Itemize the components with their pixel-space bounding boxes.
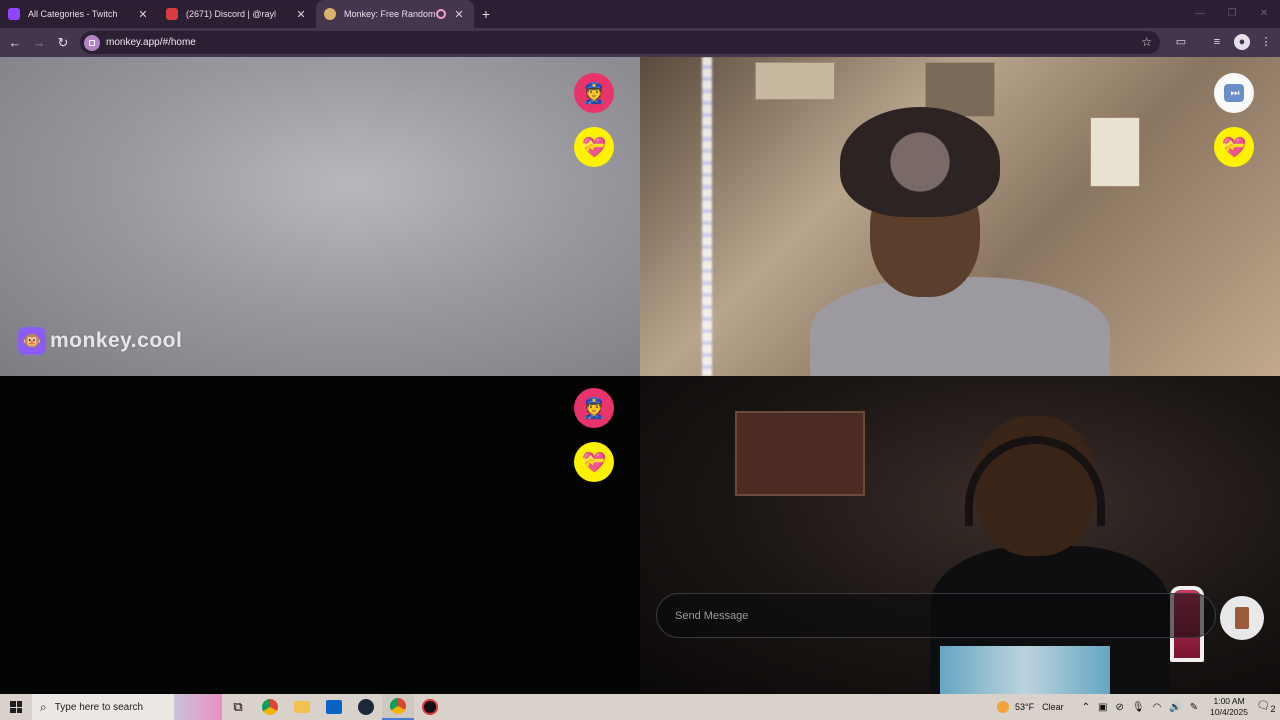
start-button[interactable] xyxy=(0,701,32,713)
remote-person xyxy=(930,416,1170,694)
profile-avatar[interactable]: ● xyxy=(1234,34,1250,50)
wall-poster xyxy=(755,62,835,100)
message-input[interactable] xyxy=(675,609,1215,622)
file-explorer-icon[interactable] xyxy=(286,694,318,720)
close-icon[interactable]: ✕ xyxy=(294,8,308,21)
video-remote-3 xyxy=(640,376,1280,694)
chrome-profile-icon[interactable] xyxy=(382,694,414,720)
back-icon[interactable]: ← xyxy=(3,35,27,50)
brand-name: monkey.cool xyxy=(50,329,183,352)
skip-button[interactable]: ⏭ xyxy=(1214,73,1254,113)
notification-count: 2 xyxy=(1270,704,1276,715)
video-self: 🐵 monkey.cool 👮 💝 xyxy=(0,57,640,376)
url-text: monkey.app/#/home xyxy=(106,37,196,48)
weather-icon xyxy=(997,701,1010,713)
heart-icon: 💝 xyxy=(1221,136,1247,159)
address-bar[interactable]: monkey.app/#/home ☆ xyxy=(80,31,1160,54)
led-lights xyxy=(702,57,712,376)
reload-icon[interactable]: ↻ xyxy=(51,35,75,51)
tray-app-icon[interactable]: ▣ xyxy=(1098,702,1107,713)
twitch-icon xyxy=(8,8,20,20)
close-icon[interactable]: ✕ xyxy=(136,8,150,21)
recording-icon xyxy=(436,9,446,19)
weather-temp: 53°F xyxy=(1015,702,1035,712)
outlook-icon[interactable] xyxy=(318,694,350,720)
tab-title: Monkey: Free Random Vide xyxy=(344,9,436,19)
weather-widget[interactable]: 53°F Clear xyxy=(997,701,1064,713)
minimize-button[interactable]: — xyxy=(1184,0,1216,28)
remote-person xyxy=(810,107,1110,376)
tab-search-icon[interactable]: ▭ xyxy=(1173,34,1189,50)
microphone-icon[interactable]: 🎙 xyxy=(1132,702,1145,713)
notification-icon[interactable]: 🗨2 xyxy=(1256,699,1276,714)
windows-icon xyxy=(10,701,22,713)
close-icon[interactable]: ✕ xyxy=(452,8,466,21)
bookmark-star-icon[interactable]: ☆ xyxy=(1141,35,1152,49)
new-tab-button[interactable]: + xyxy=(474,0,498,28)
monkey-logo-icon: 🐵 xyxy=(18,327,46,355)
heart-button[interactable]: 💝 xyxy=(574,127,614,167)
tab-monkey[interactable]: Monkey: Free Random Vide ✕ xyxy=(316,0,474,28)
system-tray: 53°F Clear ⌃ ▣ ⊘ 🎙 ◠ 🔊 ✎ 1:00 AM 10/4/20… xyxy=(997,694,1280,720)
menu-icon[interactable]: ⋮ xyxy=(1258,34,1274,50)
police-icon: 👮 xyxy=(581,397,607,420)
clock[interactable]: 1:00 AM 10/4/2025 xyxy=(1210,696,1248,718)
search-highlight-art xyxy=(174,694,222,720)
media-control-icon[interactable]: ≡ xyxy=(1209,34,1225,50)
tab-strip: All Categories - Twitch ✕ (2671) Discord… xyxy=(0,0,1280,28)
tab-discord[interactable]: (2671) Discord | @rayl ✕ xyxy=(158,0,316,28)
skip-icon: ⏭ xyxy=(1224,84,1244,102)
toolbar: ← → ↻ monkey.app/#/home ☆ xyxy=(0,28,1280,57)
report-button[interactable]: 👮 xyxy=(574,388,614,428)
wall-picture xyxy=(735,411,865,496)
leave-button[interactable] xyxy=(1220,596,1264,640)
wifi-icon[interactable]: ◠ xyxy=(1153,702,1162,713)
discord-icon xyxy=(166,8,178,20)
tab-title: All Categories - Twitch xyxy=(28,9,118,19)
window-controls: — ❐ ✕ xyxy=(1184,0,1280,28)
door-icon xyxy=(1235,607,1249,629)
video-remote-1: ⏭ 💝 xyxy=(640,57,1280,376)
clock-time: 1:00 AM xyxy=(1213,696,1245,706)
site-info-icon[interactable] xyxy=(84,34,100,51)
heart-icon: 💝 xyxy=(581,451,607,474)
tab-twitch[interactable]: All Categories - Twitch ✕ xyxy=(0,0,158,28)
heart-button[interactable]: 💝 xyxy=(1214,127,1254,167)
video-grid: 🐵 monkey.cool 👮 💝 ⏭ 💝 👮 💝 xyxy=(0,57,1280,694)
heart-icon: 💝 xyxy=(581,136,607,159)
pen-icon[interactable]: ✎ xyxy=(1190,702,1198,713)
forward-icon[interactable]: → xyxy=(27,35,51,50)
network-icon[interactable]: ⊘ xyxy=(1116,702,1124,713)
clock-date: 10/4/2025 xyxy=(1210,707,1248,717)
chevron-up-icon[interactable]: ⌃ xyxy=(1082,702,1090,713)
taskbar: ⌕ Type here to search ⧉ 53°F Clear ⌃ ▣ ⊘… xyxy=(0,694,1280,720)
chrome-icon[interactable] xyxy=(254,694,286,720)
police-icon: 👮 xyxy=(581,82,607,105)
report-button[interactable]: 👮 xyxy=(574,73,614,113)
app-icon[interactable] xyxy=(414,694,446,720)
video-remote-2: 👮 💝 xyxy=(0,376,640,694)
message-box[interactable] xyxy=(656,593,1216,638)
search-icon: ⌕ xyxy=(40,699,47,714)
tab-title: (2671) Discord | @rayl xyxy=(186,9,276,19)
close-window-button[interactable]: ✕ xyxy=(1248,0,1280,28)
task-view-icon[interactable]: ⧉ xyxy=(222,694,254,720)
weather-condition: Clear xyxy=(1042,702,1064,712)
steam-icon[interactable] xyxy=(350,694,382,720)
maximize-button[interactable]: ❐ xyxy=(1216,0,1248,28)
monkey-icon xyxy=(324,8,336,20)
search-placeholder: Type here to search xyxy=(54,701,144,713)
heart-button[interactable]: 💝 xyxy=(574,442,614,482)
volume-icon[interactable]: 🔊 xyxy=(1169,702,1181,713)
brand-watermark: 🐵 monkey.cool xyxy=(18,327,182,355)
